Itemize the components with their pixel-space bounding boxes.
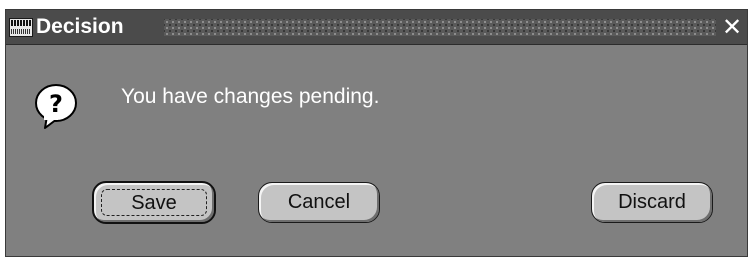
window-title: Decision bbox=[36, 15, 124, 38]
decision-dialog: Decision ✕ ? You have changes pending. S… bbox=[5, 9, 748, 257]
discard-button[interactable]: Discard bbox=[591, 182, 713, 223]
title-bar[interactable]: Decision ✕ bbox=[6, 10, 747, 45]
title-bar-pattern bbox=[164, 19, 716, 36]
save-button-label: Save bbox=[101, 189, 207, 216]
svg-text:?: ? bbox=[49, 90, 63, 118]
question-mark-icon: ? bbox=[35, 84, 77, 129]
oracle-app-icon bbox=[9, 18, 33, 37]
pending-changes-message: You have changes pending. bbox=[121, 85, 380, 108]
close-icon[interactable]: ✕ bbox=[721, 15, 743, 39]
save-button[interactable]: Save bbox=[92, 181, 216, 224]
cancel-button[interactable]: Cancel bbox=[258, 182, 380, 223]
